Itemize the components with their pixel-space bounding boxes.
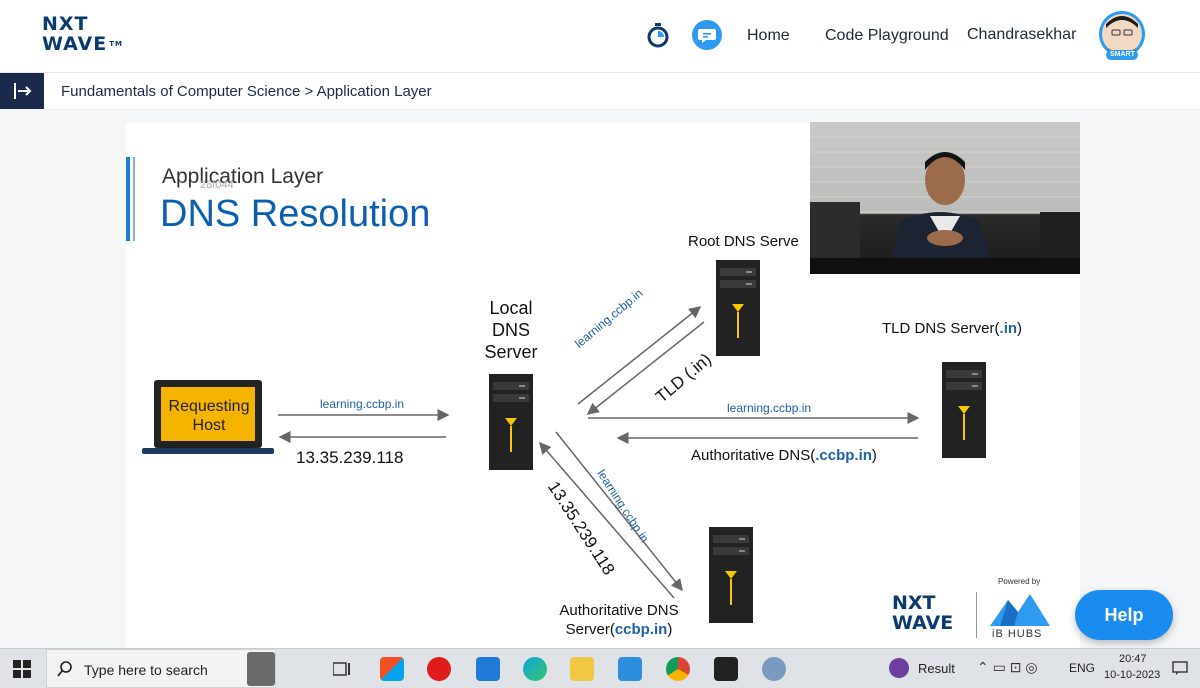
edge-icon[interactable] [523,657,547,681]
tld-dns-prefix: TLD DNS Server( [882,320,1000,337]
windows-start-icon[interactable] [13,660,31,678]
result-app-icon[interactable] [889,658,909,678]
dark-app-icon[interactable] [714,657,738,681]
query-label-tld: learning.ccbp.in [727,401,812,415]
auth-dns-bottom-line1: Authoritative DNS [559,602,679,619]
windows-taskbar: Type here to search Result ⌃ ▭ ⊡ ◎ ENG 2… [0,648,1200,688]
root-dns-label: Root DNS Serve [688,233,799,250]
chrome-icon[interactable] [666,657,690,681]
taskbar-search-input[interactable]: Type here to search [46,649,276,688]
auth-dns-mid-prefix: Authoritative DNS( [691,447,816,464]
root-dns-server-icon [716,260,760,356]
opera-icon[interactable] [427,657,451,681]
task-view-icon[interactable] [333,661,351,677]
ibhubs-mountain-icon [990,594,1050,626]
tld-dns-suffix: ) [1017,320,1023,337]
local-dns-line3: Server [484,342,538,362]
search-placeholder: Type here to search [84,662,208,678]
auth-dns-bottom-bold: ccbp.in [614,621,668,638]
search-highlight-image [247,652,275,686]
brand1-line2: WAVE [892,612,954,634]
auth-dns-bottom-label: Authoritative DNS Server(ccbp.in) [540,601,698,639]
file-explorer-icon[interactable] [570,657,594,681]
ibhubs-label: iB HUBS [992,628,1043,640]
settings-app-icon[interactable] [762,657,786,681]
brand1-line1: NXT [892,592,936,614]
brand-divider [976,592,977,638]
requesting-host-label: Requesting Host [163,397,255,435]
mail-icon[interactable] [476,657,500,681]
auth-dns-server-icon [709,527,753,623]
instructor-video[interactable] [810,122,1080,274]
help-button[interactable]: Help [1075,590,1173,640]
tld-dns-server-icon [942,362,986,458]
clock-date[interactable]: 10-10-2023 [1104,669,1160,681]
instructor-image [810,136,1080,274]
nxtwave-brand-logo: NXT WAVE [892,593,953,633]
search-icon [57,661,72,677]
auth-dns-mid-label: Authoritative DNS(.ccbp.in) [691,447,877,464]
language-indicator[interactable]: ENG [1069,661,1095,675]
requesting-host-line1: Requesting [168,398,250,415]
ip-answer-host: 13.35.239.118 [296,448,404,467]
tld-dns-bold: .in [999,320,1018,337]
query-label-host: learning.ccbp.in [320,397,405,411]
store-app-icon[interactable] [618,657,642,681]
auth-dns-bottom-suffix: ) [667,621,673,638]
notification-icon[interactable] [1172,660,1188,676]
powered-by-label: Powered by [998,577,1041,586]
microsoft-store-icon[interactable] [380,657,404,681]
local-dns-line1: Local [489,298,533,318]
clock-time[interactable]: 20:47 [1119,653,1147,665]
requesting-host-line2: Host [192,417,226,434]
result-label[interactable]: Result [918,661,955,676]
system-tray-icons[interactable]: ⌃ ▭ ⊡ ◎ [977,659,1038,676]
auth-dns-bottom-prefix: Server( [565,621,615,638]
auth-dns-mid-suffix: ) [871,447,877,464]
local-dns-label: Local DNS Server [470,297,552,363]
local-dns-server-icon [489,374,533,470]
tld-dns-label: TLD DNS Server(.in) [882,320,1022,337]
auth-dns-mid-bold: .ccbp.in [815,447,872,464]
local-dns-line2: DNS [491,320,530,340]
